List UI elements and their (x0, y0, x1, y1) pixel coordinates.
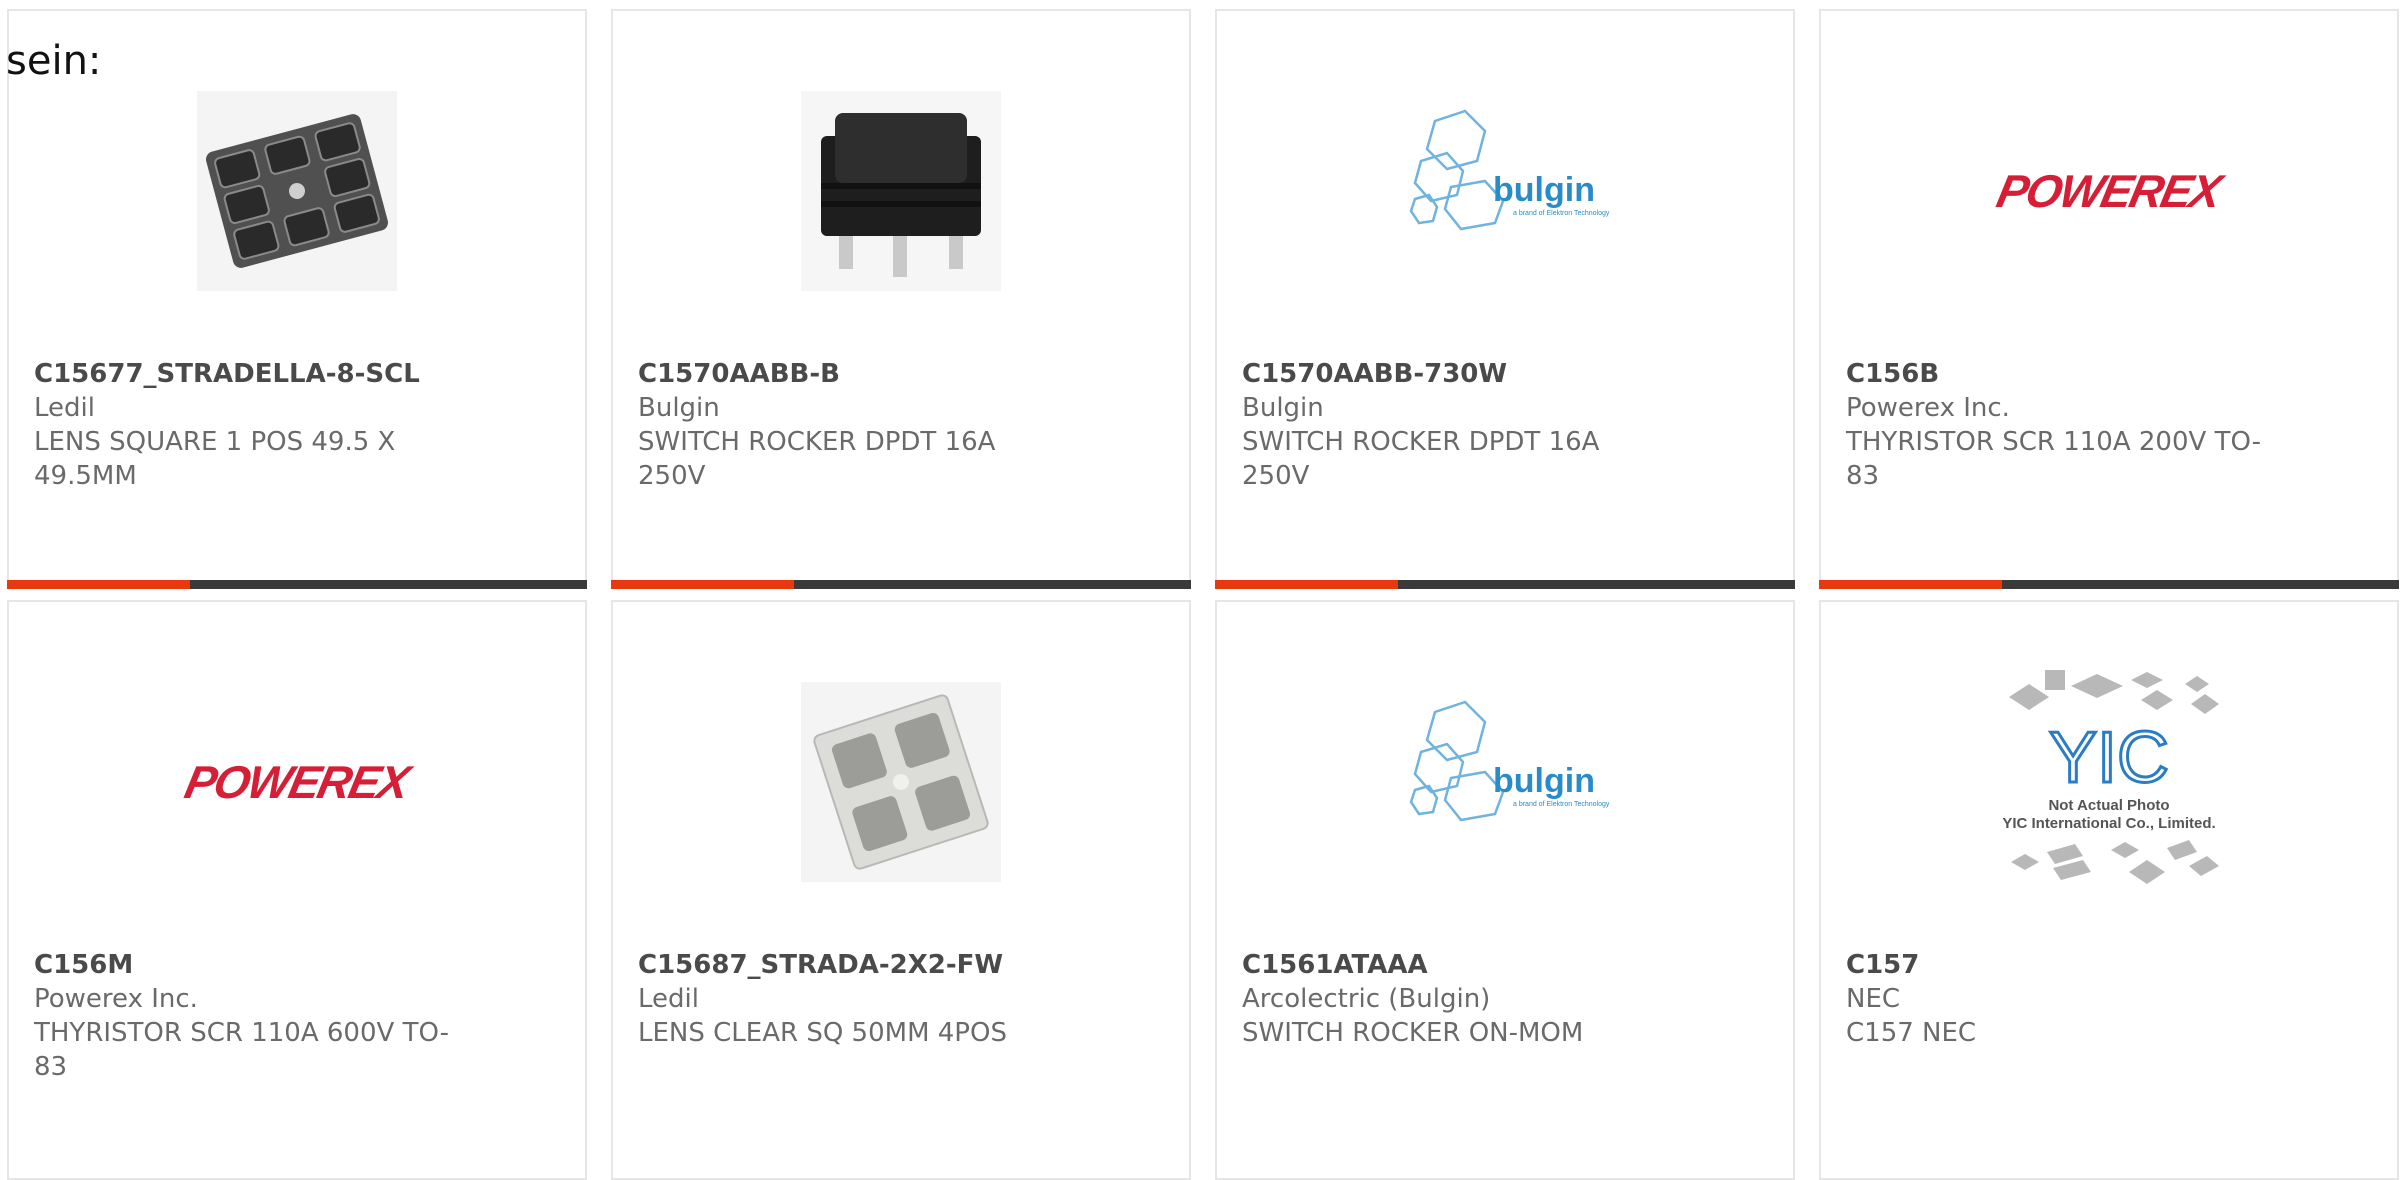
manufacturer: Arcolectric (Bulgin) (1242, 984, 1491, 1014)
manufacturer: NEC (1846, 984, 1901, 1014)
product-image: bulgin a brand of Elektron Technology (1217, 81, 1793, 301)
logo-text: bulgin (1493, 762, 1595, 800)
not-actual-photo-icon: YIC Not Actual Photo YIC International C… (2002, 670, 2219, 884)
powerex-logo-icon: POWEREX (1992, 165, 2226, 217)
logo-text: bulgin (1493, 171, 1595, 209)
product-image: POWEREX (1821, 81, 2397, 301)
vendor-label: YIC International Co., Limited. (2002, 815, 2215, 832)
logo-subtext: a brand of Elektron Technology (1513, 801, 1610, 808)
manufacturer: Ledil (638, 984, 699, 1014)
part-number[interactable]: C15687_STRADA-2X2-FW (638, 948, 1058, 982)
product-card-1[interactable]: C15677_STRADELLA-8-SCL Ledil LENS SQUARE… (7, 9, 587, 589)
product-image: YIC Not Actual Photo YIC International C… (1821, 670, 2397, 892)
product-image (613, 81, 1189, 301)
card-footer-bar (7, 580, 587, 589)
manufacturer: Powerex Inc. (34, 984, 198, 1014)
product-image (9, 81, 585, 301)
product-text: C1561ATAAA Arcolectric (Bulgin) SWITCH R… (1242, 948, 1662, 1050)
bulgin-logo-icon: bulgin a brand of Elektron Technology (1409, 109, 1610, 231)
product-card-7[interactable]: bulgin a brand of Elektron Technology C1… (1215, 600, 1795, 1180)
product-card-3[interactable]: bulgin a brand of Elektron Technology C1… (1215, 9, 1795, 589)
description: THYRISTOR SCR 110A 600V TO-83 (34, 1018, 450, 1082)
lens-array-photo-icon (197, 91, 397, 291)
part-number[interactable]: C156B (1846, 357, 2266, 391)
description: SWITCH ROCKER DPDT 16A 250V (638, 427, 996, 491)
product-card-4[interactable]: POWEREX C156B Powerex Inc. THYRISTOR SCR… (1819, 9, 2399, 589)
product-text: C156B Powerex Inc. THYRISTOR SCR 110A 20… (1846, 357, 2266, 493)
logo-subtext: a brand of Elektron Technology (1513, 210, 1610, 217)
product-image: bulgin a brand of Elektron Technology (1217, 672, 1793, 892)
product-card-5[interactable]: POWEREX C156M Powerex Inc. THYRISTOR SCR… (7, 600, 587, 1180)
card-footer-bar (1215, 580, 1795, 589)
part-number[interactable]: C1570AABB-B (638, 357, 1058, 391)
part-number[interactable]: C156M (34, 948, 454, 982)
product-card-6[interactable]: C15687_STRADA-2X2-FW Ledil LENS CLEAR SQ… (611, 600, 1191, 1180)
bulgin-logo-icon: bulgin a brand of Elektron Technology (1409, 700, 1610, 822)
manufacturer: Ledil (34, 393, 95, 423)
part-number[interactable]: C1561ATAAA (1242, 948, 1662, 982)
product-card-8[interactable]: YIC Not Actual Photo YIC International C… (1819, 600, 2399, 1180)
product-text: C15687_STRADA-2X2-FW Ledil LENS CLEAR SQ… (638, 948, 1058, 1050)
description: THYRISTOR SCR 110A 200V TO-83 (1846, 427, 2262, 491)
product-card-2[interactable]: C1570AABB-B Bulgin SWITCH ROCKER DPDT 16… (611, 9, 1191, 589)
product-text: C15677_STRADELLA-8-SCL Ledil LENS SQUARE… (34, 357, 454, 493)
manufacturer: Bulgin (1242, 393, 1324, 423)
product-image: POWEREX (9, 672, 585, 892)
product-image (613, 672, 1189, 892)
description: LENS SQUARE 1 POS 49.5 X 49.5MM (34, 427, 396, 491)
clear-lens-photo-icon (801, 682, 1001, 882)
product-text: C156M Powerex Inc. THYRISTOR SCR 110A 60… (34, 948, 454, 1084)
description: SWITCH ROCKER ON-MOM (1242, 1018, 1584, 1048)
product-text: C1570AABB-B Bulgin SWITCH ROCKER DPDT 16… (638, 357, 1058, 493)
logo-text: YIC (2049, 718, 2169, 798)
description: SWITCH ROCKER DPDT 16A 250V (1242, 427, 1600, 491)
manufacturer: Bulgin (638, 393, 720, 423)
not-actual-photo-label: Not Actual Photo (2048, 797, 2169, 814)
card-footer-bar (1819, 580, 2399, 589)
part-number[interactable]: C15677_STRADELLA-8-SCL (34, 357, 454, 391)
manufacturer: Powerex Inc. (1846, 393, 2010, 423)
intro-text: sein: (6, 38, 102, 84)
part-number[interactable]: C157 (1846, 948, 2266, 982)
product-text: C157 NEC C157 NEC (1846, 948, 2266, 1050)
description: LENS CLEAR SQ 50MM 4POS (638, 1018, 1007, 1048)
rocker-switch-photo-icon (801, 91, 1001, 291)
part-number[interactable]: C1570AABB-730W (1242, 357, 1662, 391)
description: C157 NEC (1846, 1018, 1977, 1048)
card-footer-bar (611, 580, 1191, 589)
powerex-logo-icon: POWEREX (180, 756, 414, 808)
product-text: C1570AABB-730W Bulgin SWITCH ROCKER DPDT… (1242, 357, 1662, 493)
